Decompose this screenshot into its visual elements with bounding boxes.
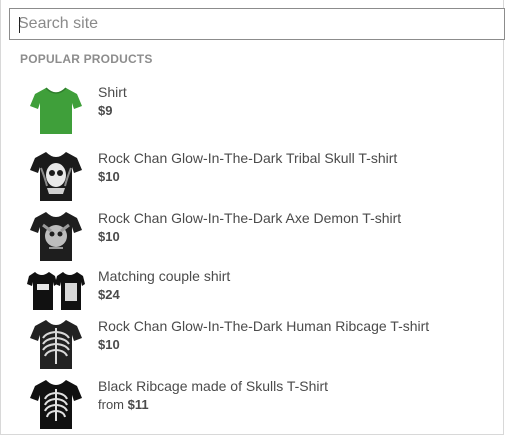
product-item-axe-demon[interactable]: Rock Chan Glow-In-The-Dark Axe Demon T-s… (1, 206, 505, 262)
product-price: $10 (98, 229, 120, 244)
product-price: from $11 (98, 397, 149, 412)
product-name: Rock Chan Glow-In-The-Dark Axe Demon T-s… (98, 210, 402, 226)
product-item-human-ribcage[interactable]: Rock Chan Glow-In-The-Dark Human Ribcage… (1, 314, 505, 370)
product-price: $24 (98, 287, 120, 302)
product-item-tribal-skull[interactable]: Rock Chan Glow-In-The-Dark Tribal Skull … (1, 146, 505, 202)
axe-demon-tshirt-icon (27, 208, 85, 264)
green-tshirt-icon (27, 82, 85, 138)
search-input[interactable] (10, 9, 504, 39)
price-prefix: from (98, 397, 124, 412)
search-dropdown-panel: POPULAR PRODUCTS Shirt $9 (0, 0, 505, 435)
text-caret (19, 17, 20, 33)
product-name: Black Ribcage made of Skulls T-Shirt (98, 378, 329, 394)
ribcage-tshirt-icon (27, 316, 85, 372)
product-price: $10 (98, 169, 120, 184)
popular-products-heading: POPULAR PRODUCTS (20, 52, 153, 66)
product-price: $10 (98, 337, 120, 352)
product-name: Shirt (98, 84, 127, 100)
product-item-skull-ribcage[interactable]: Black Ribcage made of Skulls T-Shirt fro… (1, 374, 505, 430)
product-item-shirt[interactable]: Shirt $9 (1, 80, 505, 136)
search-box[interactable] (9, 8, 505, 40)
product-name: Rock Chan Glow-In-The-Dark Tribal Skull … (98, 150, 398, 166)
product-price: $9 (98, 103, 113, 118)
skull-ribcage-tshirt-icon (27, 376, 85, 432)
product-name: Rock Chan Glow-In-The-Dark Human Ribcage… (98, 318, 430, 334)
product-name: Matching couple shirt (98, 268, 231, 284)
product-item-matching-couple[interactable]: Matching couple shirt $24 (1, 264, 505, 320)
tribal-skull-tshirt-icon (27, 148, 85, 204)
